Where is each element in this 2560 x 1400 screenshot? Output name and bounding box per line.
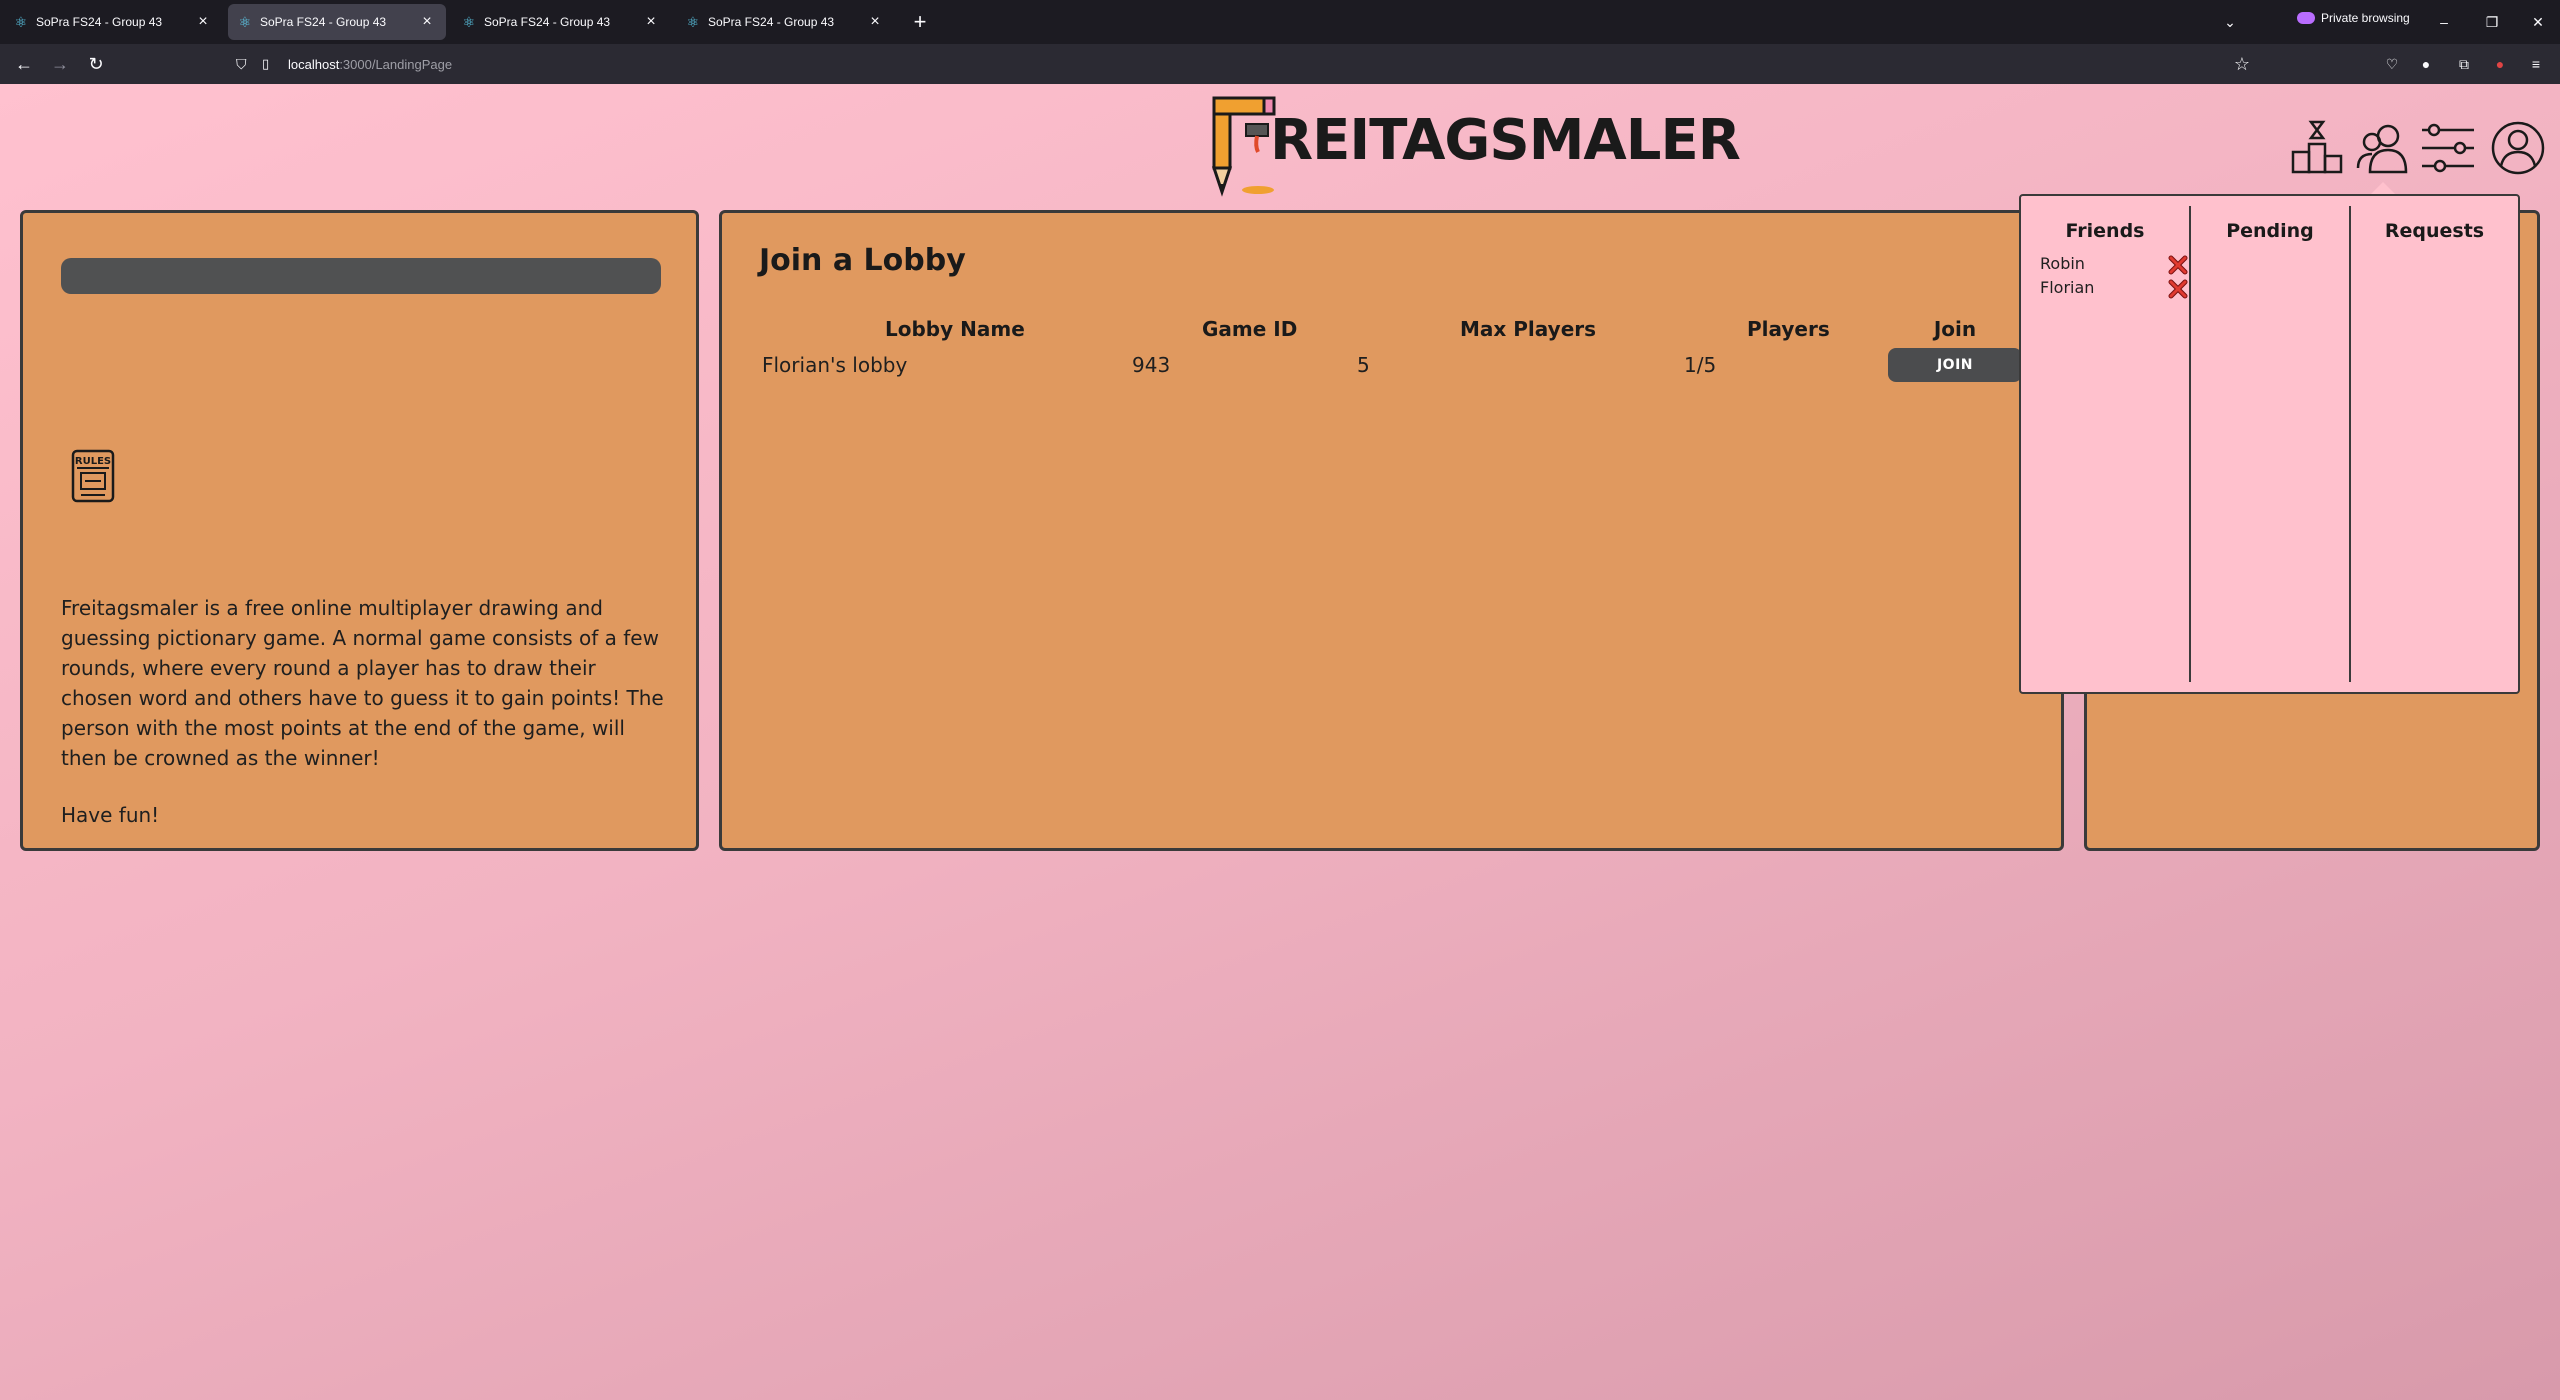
browser-tab-active[interactable]: ⚛ SoPra FS24 - Group 43 × <box>228 4 446 40</box>
friend-name: Florian <box>2040 278 2095 297</box>
column-header-max-players: Max Players <box>1460 317 1597 341</box>
friends-column: Friends Robin Florian <box>2021 206 2189 682</box>
players-cell: 1/5 <box>1684 353 1717 377</box>
tab-title: SoPra FS24 - Group 43 <box>484 15 611 29</box>
friend-name: Robin <box>2040 254 2085 273</box>
account-icon[interactable]: ● <box>2414 52 2438 76</box>
info-panel: RULES Freitagsmaler is a free online mul… <box>20 210 699 851</box>
page-info-icon[interactable]: ▯ <box>262 56 282 72</box>
pencil-f-icon <box>1211 96 1276 197</box>
have-fun-text: Have fun! <box>61 803 160 827</box>
browser-tab[interactable]: ⚛ SoPra FS24 - Group 43 × <box>452 4 670 40</box>
tab-title: SoPra FS24 - Group 43 <box>708 15 835 29</box>
ublock-icon[interactable]: ● <box>2488 52 2512 76</box>
forward-icon[interactable]: → <box>48 52 72 76</box>
new-tab-button[interactable]: + <box>908 10 932 34</box>
lobby-name-cell: Florian's lobby <box>762 353 908 377</box>
address-bar[interactable]: ⛉ ▯ localhost:3000/LandingPage <box>230 48 2260 80</box>
restore-window-icon[interactable]: ❐ <box>2480 10 2504 34</box>
close-tab-icon[interactable]: × <box>642 13 660 31</box>
max-players-cell: 5 <box>1357 353 1370 377</box>
game-id-cell: 943 <box>1132 353 1171 377</box>
back-icon[interactable]: ← <box>12 52 36 76</box>
react-favicon-icon: ⚛ <box>14 14 28 30</box>
reload-icon[interactable]: ↻ <box>84 52 108 76</box>
react-favicon-icon: ⚛ <box>238 14 252 30</box>
react-favicon-icon: ⚛ <box>462 14 476 30</box>
menu-icon[interactable]: ≡ <box>2524 52 2548 76</box>
pending-column-title: Pending <box>2226 220 2314 242</box>
landing-page: REITAGSMALER RULES Freitagsmaler is a fr… <box>0 84 2560 1400</box>
list-all-tabs-icon[interactable]: ⌄ <box>2218 10 2242 34</box>
join-lobby-panel: Join a Lobby Lobby Name Game ID Max Play… <box>719 210 2064 851</box>
requests-column-title: Requests <box>2384 220 2485 242</box>
requests-column: Requests <box>2349 206 2518 682</box>
svg-text:RULES: RULES <box>75 456 111 467</box>
pocket-icon[interactable]: ♡ <box>2380 52 2404 76</box>
game-description: Freitagsmaler is a free online multiplay… <box>61 596 664 770</box>
browser-nav-bar: ← → ↻ ⛉ ▯ localhost:3000/LandingPage ☆ ♡… <box>0 44 2560 84</box>
list-item: Florian <box>2040 278 2190 300</box>
url-text[interactable]: localhost:3000/LandingPage <box>288 57 452 72</box>
friends-column-title: Friends <box>2065 220 2145 242</box>
friends-icon[interactable] <box>2356 120 2412 176</box>
list-item: Robin <box>2040 254 2190 276</box>
placeholder-bar <box>61 258 661 294</box>
column-header-game-id: Game ID <box>1202 317 1298 341</box>
tracking-shield-icon[interactable]: ⛉ <box>236 56 256 73</box>
react-favicon-icon: ⚛ <box>686 14 700 30</box>
tab-title: SoPra FS24 - Group 43 <box>260 15 387 29</box>
join-button[interactable]: JOIN <box>1888 348 2022 382</box>
private-mask-icon <box>2297 12 2315 24</box>
logo-text: REITAGSMALER <box>1270 108 1741 173</box>
tab-title: SoPra FS24 - Group 43 <box>36 15 163 29</box>
bookmark-star-icon[interactable]: ☆ <box>2230 52 2254 76</box>
remove-friend-icon[interactable] <box>2168 255 2188 275</box>
settings-sliders-icon[interactable] <box>2420 120 2476 176</box>
close-tab-icon[interactable]: × <box>866 13 884 31</box>
close-tab-icon[interactable]: × <box>418 13 436 31</box>
private-browsing-indicator: Private browsing <box>2297 11 2410 25</box>
remove-friend-icon[interactable] <box>2168 279 2188 299</box>
extensions-icon[interactable]: ⧉ <box>2452 52 2476 76</box>
rules-book-icon[interactable]: RULES <box>71 449 115 503</box>
close-window-icon[interactable]: ✕ <box>2526 10 2550 34</box>
pending-column: Pending <box>2189 206 2349 682</box>
close-tab-icon[interactable]: × <box>194 13 212 31</box>
browser-tab[interactable]: ⚛ SoPra FS24 - Group 43 × <box>4 4 222 40</box>
column-header-join: Join <box>1933 317 1977 341</box>
freitagsmaler-logo: REITAGSMALER <box>1208 90 1741 200</box>
friends-popup: Friends Robin Florian Pending Requests <box>2019 194 2520 694</box>
browser-tab-bar: ⚛ SoPra FS24 - Group 43 × ⚛ SoPra FS24 -… <box>0 0 2560 44</box>
popup-arrow <box>2371 182 2395 194</box>
join-lobby-title: Join a Lobby <box>759 243 966 278</box>
browser-tab[interactable]: ⚛ SoPra FS24 - Group 43 × <box>676 4 894 40</box>
column-header-lobby-name: Lobby Name <box>885 317 1025 341</box>
leaderboard-icon[interactable] <box>2290 120 2346 176</box>
column-header-players: Players <box>1747 317 1830 341</box>
private-browsing-label: Private browsing <box>2321 11 2410 25</box>
minimize-window-icon[interactable]: – <box>2432 10 2456 34</box>
profile-icon[interactable] <box>2490 120 2546 176</box>
